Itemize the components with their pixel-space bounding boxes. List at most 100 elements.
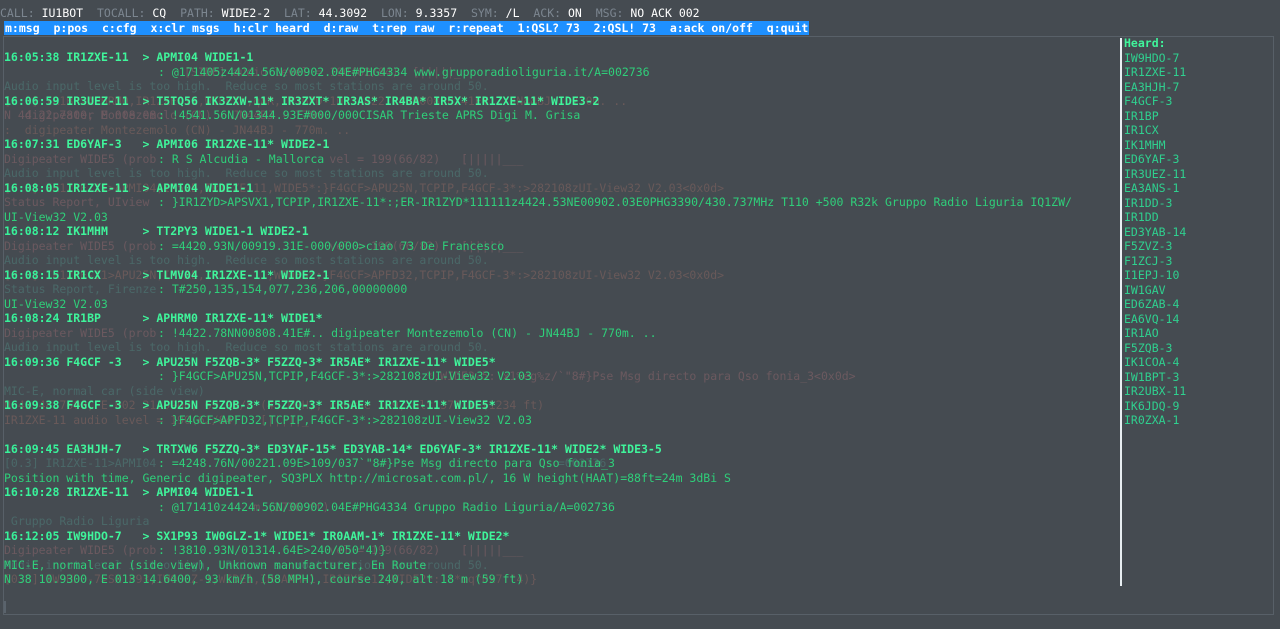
packet-source: IR1BP (66, 311, 136, 325)
packet-path: > APHRM0 IR1ZXE-11* WIDE1* (142, 311, 323, 325)
packet-time: 16:10:28 (4, 485, 60, 499)
packet-source: IR3UEZ-11 (66, 93, 136, 108)
heard-station: IR1CX (1124, 123, 1159, 137)
packet-path: > SX1P93 IW0GLZ-1* WIDE1* IR0AAM-1* IR1Z… (142, 528, 510, 543)
heard-station: ED6YAF-3 (1124, 152, 1180, 166)
menu-clear-msgs[interactable]: x:clr msgs (150, 21, 219, 35)
heard-station: EA6VQ-14 (1124, 311, 1180, 326)
menu-qsl-confirm[interactable]: 2:QSL! 73 (594, 21, 656, 35)
packet-source: ED6YAF-3 (66, 137, 136, 151)
heard-station: IR1AO (1124, 326, 1159, 340)
packet-header: 16:09:45 EA3HJH-7 > TRTXW6 F5ZZQ-3* ED3Y… (4, 442, 1116, 457)
packet-header: 16:12:05 IW9HDO-7 > SX1P93 IW0GLZ-1* WID… (4, 529, 1116, 544)
packet-path: > T5TQ56 IK3ZXW-11* IR3ZXT* IR3AS* IR4BA… (142, 93, 600, 108)
packet-time: 16:08:24 (4, 311, 60, 325)
packet-path: > APMI06 IR1ZXE-11* WIDE2-1 (142, 137, 330, 151)
packet-source: IW9HDO-7 (66, 528, 136, 543)
menu-repeat[interactable]: r:repeat (448, 21, 503, 35)
packet-path: > TT2PY3 WIDE1-1 WIDE2-1 (142, 224, 309, 238)
packet-payload: : !4422.78NN00808.41E#.. digipeater Mont… (158, 325, 657, 340)
heard-station: I1EPJ-10 (1124, 268, 1180, 282)
menu-quit[interactable]: q:quit (767, 21, 809, 35)
menu-raw[interactable]: d:raw (324, 21, 359, 35)
packet-header: 16:09:38 F4GCF -3 > APU25N F5ZQB-3* F5ZZ… (4, 398, 1116, 413)
packet-detail: UI-View32 V2.03 (4, 209, 108, 224)
heard-station: F5ZQB-3 (1124, 340, 1173, 355)
packet-path: > TLMV04 IR1ZXE-11* WIDE2-1 (142, 267, 330, 282)
menu-cfg[interactable]: c:cfg (102, 21, 137, 35)
heard-station: IR1ZXE-11 (1124, 65, 1187, 79)
packet-path: > APMI04 WIDE1-1 (142, 50, 254, 64)
pane-divider (1120, 38, 1122, 586)
menu-ack-toggle[interactable]: a:ack on/off (670, 21, 753, 35)
heard-station: IW1BPT-3 (1124, 369, 1180, 384)
packet-entry: *,WIDE3-5: x1%eg%z/`"8#}Pse Msg directo … (4, 354, 1116, 413)
heard-station: IR3UEZ-11 (1124, 166, 1187, 181)
menu-msg[interactable]: m:msg (5, 21, 40, 35)
packet-source: F4GCF -3 (66, 354, 136, 369)
menu-qsl-query[interactable]: 1:QSL? 73 (518, 21, 580, 35)
heard-station: EA3HJH-7 (1124, 79, 1180, 94)
heard-station: IR1DD (1124, 210, 1159, 224)
packet-time: 16:09:45 (4, 441, 60, 456)
packet-path: > TRTXW6 F5ZZQ-3* ED3YAF-15* ED3YAB-14* … (142, 441, 662, 456)
packet-detail: N 38 10.9300, E 013 14.6400, 93 km/h (58… (4, 572, 524, 586)
packet-source: EA3HJH-7 (66, 441, 136, 456)
heard-station: IW1GAV (1124, 282, 1166, 297)
menu-clear-heard[interactable]: h:clr heard (234, 21, 310, 35)
packet-log[interactable]: [SIDE] audio level = 190(62/84) [|||||_ A… (4, 50, 1116, 615)
packet-time: 16:08:15 (4, 267, 60, 282)
packet-entry: IR1ZXE-11 audio level = 190(62/84) [||||… (4, 398, 1116, 442)
packet-source: IR1CX (66, 267, 136, 282)
packet-header: 16:08:12 IK1MHM > TT2PY3 WIDE1-1 WIDE2-1 (4, 224, 1116, 239)
packet-entry: [SIDE] audio level = 190(62/84) [|||||_ A… (4, 50, 1116, 122)
packet-path: > APU25N F5ZQB-3* F5ZZQ-3* IR5AE* IR1ZXE… (142, 354, 496, 369)
packet-payload: : !4541.56N/01344.93E#000/000CISAR Tries… (158, 108, 581, 122)
packet-time: 16:09:38 (4, 398, 60, 412)
packet-entry: Status Report, UIview 16:08:05 IR1ZXE-11 … (4, 181, 1116, 225)
heard-list: IW9HDO-7 IR1ZXE-11 EA3HJH-7 F4GCF-3 IR1BP IR1… (1124, 51, 1274, 428)
packet-entry: Digipeater WIDE5 (prob vel = 199(66/82) … (4, 137, 1116, 195)
heard-station: EA3ANS-1 (1124, 181, 1180, 195)
heard-panel: Heard: IW9HDO-7 IR1ZXE-11 EA3HJH-7 F4GCF-3 I… (1124, 36, 1274, 428)
packet-time: 16:08:05 (4, 180, 60, 195)
heard-station: IK1COA-4 (1124, 355, 1180, 369)
packet-source: F4GCF -3 (66, 398, 136, 412)
packet-header: 16:10:28 IR1ZXE-11 > APMI04 WIDE1-1 (4, 485, 1116, 500)
packet-entry: Digipeater WIDE5 (prob vel = 199(66/82) … (4, 529, 1116, 587)
packet-payload: : =4248.76N/00221.09E>109/037`"8#}Pse Ms… (158, 456, 615, 470)
status-bar: CALL: IU1BOT TOCALL: CQ PATH: WIDE2-2 LA… (0, 6, 700, 20)
packet-detail: Position with time, Generic digipeater, … (4, 470, 731, 485)
packet-payload: : }IR1ZYD>APSVX1,TCPIP,IR1ZXE-11*:;ER-IR… (158, 195, 1072, 209)
packet-entry: Status Report, Firenze 16:08:15 IR1CX > T… (4, 268, 1116, 312)
menu-repeat-raw[interactable]: t:rep raw (372, 21, 434, 35)
command-menu-bar: m:msg p:pos c:cfg x:clr msgs h:clr heard… (4, 21, 810, 35)
packet-path: > APU25N F5ZQB-3* F5ZZQ-3* IR5AE* IR1ZXE… (142, 398, 496, 412)
packet-source: IR1ZXE-11 (66, 180, 136, 195)
packet-payload: : }F4GCF>APFD32,TCPIP,F4GCF-3*:>282108zU… (158, 412, 532, 427)
packet-time: 16:06:59 (4, 93, 60, 108)
packet-payload: : R S Alcudia - Mallorca (158, 151, 325, 166)
packet-header: 16:08:24 IR1BP > APHRM0 IR1ZXE-11* WIDE1… (4, 311, 1116, 326)
packet-time: 16:12:05 (4, 528, 60, 543)
packet-payload: : @171405z4424.56N/00902.04E#PHG4334 www… (158, 64, 650, 79)
heard-station: IK6JDQ-9 (1124, 398, 1180, 413)
packet-time: 16:05:38 (4, 50, 60, 64)
heard-station: IW9HDO-7 (1124, 50, 1180, 65)
heard-station: IR1DD-3 (1124, 195, 1173, 210)
packet-path: > APMI04 WIDE1-1 (142, 485, 254, 499)
packet-detail: UI-View32 V2.03 (4, 296, 108, 311)
packet-time: 16:09:36 (4, 354, 60, 369)
heard-station: IR2UBX-11 (1124, 384, 1187, 398)
heard-station: F4GCF-3 (1124, 94, 1173, 108)
packet-entry: N 44 22.7800, E 008 08.: digipeater Mont… (4, 94, 1116, 138)
menu-pos[interactable]: p:pos (53, 21, 88, 35)
packet-path: > APMI04 WIDE1-1 (142, 180, 254, 195)
packet-source: IK1MHM (66, 224, 136, 238)
heard-title: Heard: (1124, 36, 1166, 50)
packet-entry: Digipeater WIDE5 (prob Audio input level … (4, 311, 1116, 355)
packet-payload: : T#250,135,154,077,236,206,00000000 (158, 282, 408, 296)
heard-station: ED6ZAB-4 (1124, 297, 1180, 311)
packet-entry: [0.3] IR1ZXE-11>APMI04 =002736 16:09:45 E… (4, 442, 1116, 486)
packet-source: IR1ZXE-11 (66, 485, 136, 499)
